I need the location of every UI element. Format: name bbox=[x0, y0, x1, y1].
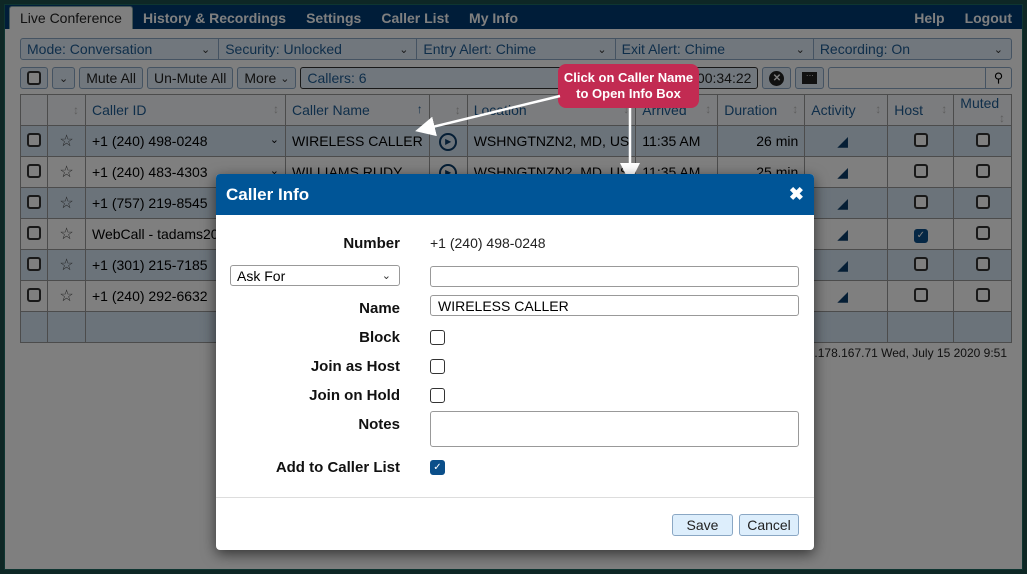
dialog-header: Caller Info ✖ bbox=[216, 174, 814, 215]
chevron-down-icon: ⌄ bbox=[381, 270, 391, 282]
close-icon[interactable]: ✖ bbox=[789, 184, 804, 205]
block-row: Block bbox=[216, 327, 814, 347]
number-value: +1 (240) 498-0248 bbox=[430, 235, 546, 251]
add-caller-list-checkbox[interactable]: ✓ bbox=[430, 459, 445, 475]
save-button[interactable]: Save bbox=[672, 514, 733, 536]
dialog-footer-divider bbox=[216, 497, 814, 498]
name-label: Name bbox=[359, 299, 400, 317]
cancel-button[interactable]: Cancel bbox=[739, 514, 799, 536]
notes-label: Notes bbox=[358, 415, 400, 433]
callout-line-1: Click on Caller Name bbox=[563, 70, 694, 85]
block-checkbox[interactable] bbox=[430, 329, 445, 345]
join-hold-label: Join on Hold bbox=[309, 386, 400, 404]
add-caller-list-row: Add to Caller List ✓ bbox=[216, 457, 814, 477]
callout-line-2: to Open Info Box bbox=[576, 86, 681, 101]
add-caller-list-label: Add to Caller List bbox=[275, 458, 400, 476]
join-host-row: Join as Host bbox=[216, 356, 814, 376]
ask-for-selected: Ask For bbox=[237, 267, 286, 284]
name-input[interactable]: WIRELESS CALLER bbox=[430, 295, 799, 316]
join-hold-checkbox[interactable] bbox=[430, 387, 445, 403]
join-host-label: Join as Host bbox=[310, 357, 400, 375]
instruction-callout: Click on Caller Name to Open Info Box bbox=[558, 64, 699, 108]
ask-for-select[interactable]: Ask For ⌄ bbox=[230, 265, 400, 286]
join-hold-row: Join on Hold bbox=[216, 385, 814, 405]
notes-textarea[interactable] bbox=[430, 411, 799, 447]
caller-info-dialog: Caller Info ✖ Number +1 (240) 498-0248 A… bbox=[216, 174, 814, 550]
ask-for-input[interactable] bbox=[430, 266, 799, 287]
number-row: Number +1 (240) 498-0248 bbox=[216, 234, 814, 252]
number-label: Number bbox=[343, 234, 400, 252]
join-host-checkbox[interactable] bbox=[430, 358, 445, 374]
block-label: Block bbox=[359, 328, 400, 346]
dialog-title: Caller Info bbox=[226, 184, 310, 204]
